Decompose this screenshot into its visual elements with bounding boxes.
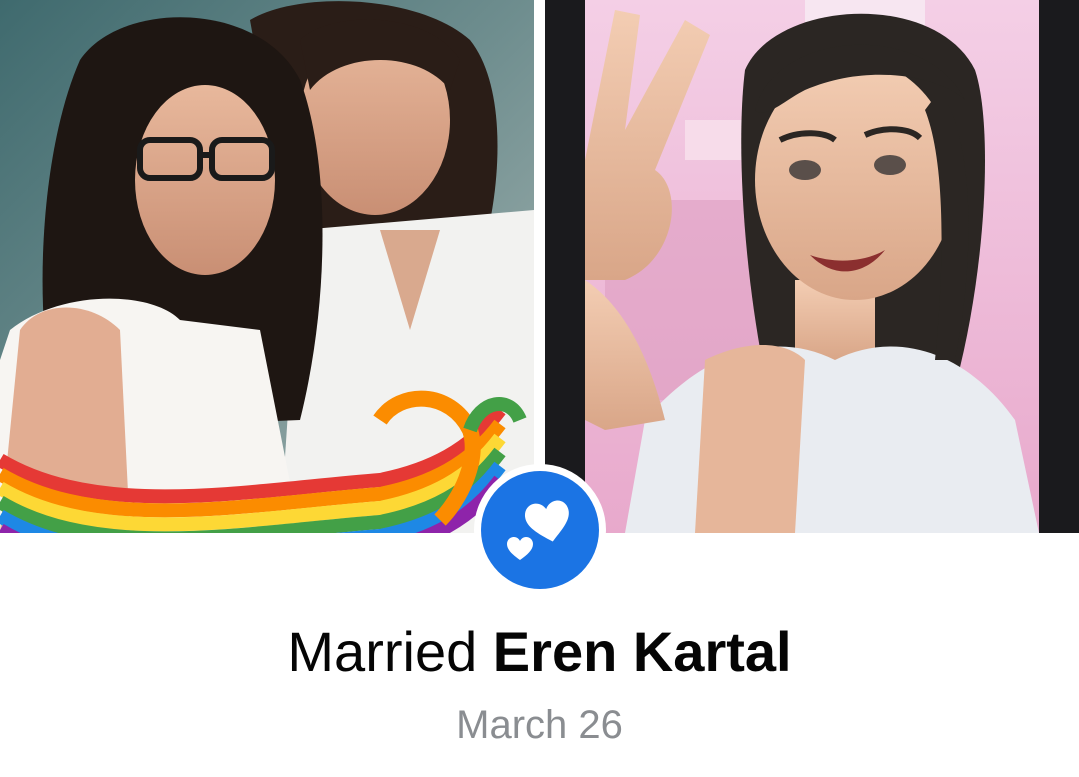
couple-photo[interactable] [0, 0, 534, 533]
relationship-status: Married [287, 620, 493, 683]
life-event-photos [0, 0, 1079, 533]
life-event-date: March 26 [456, 703, 623, 747]
partner-cartoon-photo[interactable] [545, 0, 1079, 533]
hearts-icon [507, 500, 569, 560]
life-event-icon-badge [474, 464, 606, 596]
partner-name-link[interactable]: Eren Kartal [493, 620, 792, 683]
life-event-headline: Married Eren Kartal [0, 618, 1079, 686]
